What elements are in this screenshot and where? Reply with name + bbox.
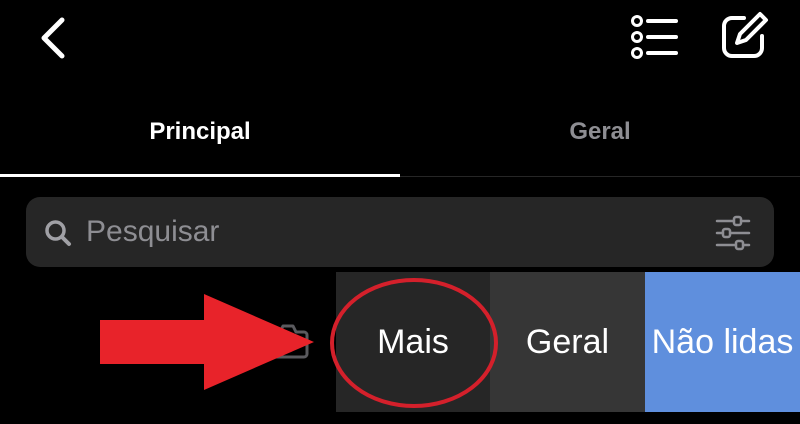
inbox-tabs: Principal Geral (0, 96, 800, 178)
tab-geral[interactable]: Geral (400, 96, 800, 176)
compose-icon (722, 12, 768, 58)
swipe-action-geral[interactable]: Geral (490, 272, 645, 412)
sliders-icon[interactable] (714, 215, 752, 251)
swipe-action-label: Mais (377, 322, 449, 361)
compose-button[interactable] (718, 10, 772, 62)
list-view-button[interactable] (626, 12, 680, 62)
list-icon (631, 15, 678, 59)
swipe-action-mais[interactable]: Mais (336, 272, 490, 412)
swipe-action-label: Geral (525, 322, 610, 361)
top-bar (0, 0, 800, 80)
swipe-action-nao-lidas[interactable]: Não lidas (645, 272, 800, 412)
search-icon (45, 220, 71, 246)
active-tab-indicator (0, 174, 400, 177)
back-button[interactable] (34, 14, 74, 62)
chevron-left-icon (41, 17, 65, 59)
swipe-action-label: Não lidas (651, 322, 794, 361)
red-arrow-annotation (100, 294, 314, 390)
search-input[interactable] (86, 209, 686, 255)
swipe-actions: Mais Geral Não lidas (336, 272, 800, 412)
search-bar (26, 197, 774, 267)
tab-principal[interactable]: Principal (0, 96, 400, 176)
tab-divider (400, 176, 800, 177)
